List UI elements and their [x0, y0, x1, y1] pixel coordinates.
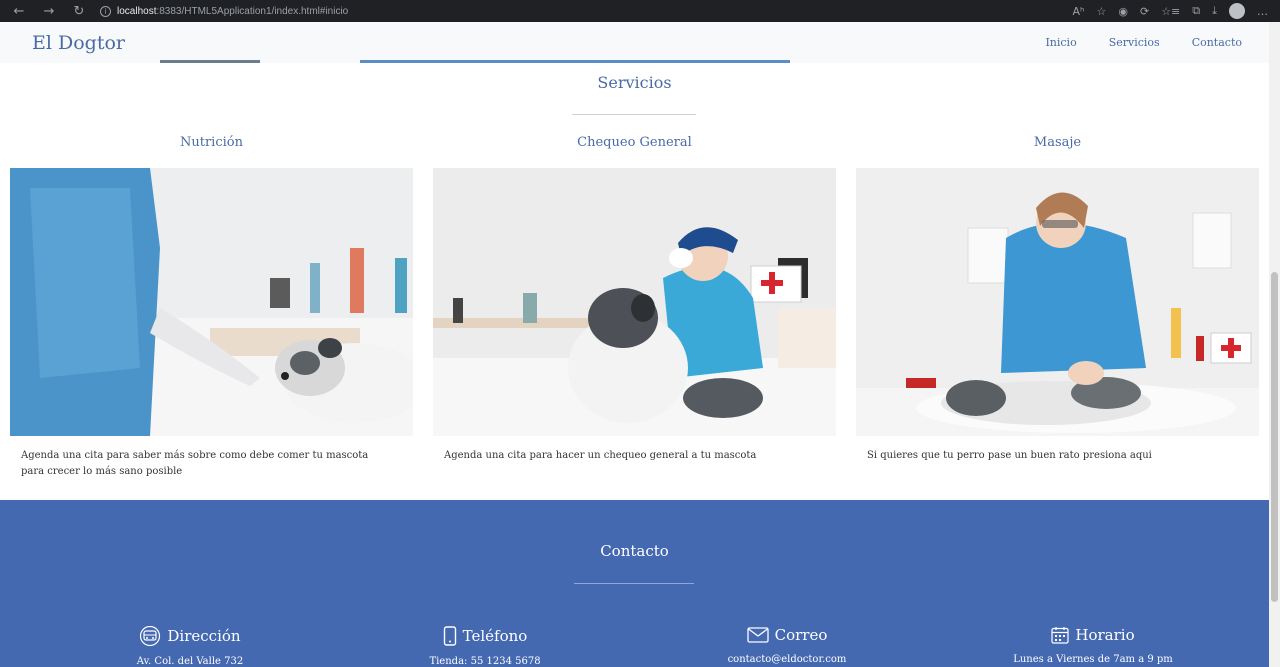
contact-value: Lunes a Viernes de 7am a 9 pm: [1013, 654, 1173, 665]
more-menu-icon[interactable]: …: [1257, 5, 1268, 18]
service-image[interactable]: [856, 168, 1259, 436]
contact-value: Av. Col. del Valle 732: [136, 656, 244, 667]
read-aloud-icon[interactable]: Aʰ: [1073, 5, 1085, 18]
reload-icon[interactable]: ↻: [68, 1, 90, 21]
contact-label: Teléfono: [462, 627, 528, 645]
nav-links: Inicio Servicios Contacto: [1045, 36, 1242, 49]
contact-item-direccion: Dirección Av. Col. del Valle 732: [95, 626, 285, 667]
card-description: Si quieres que tu perro pase un buen rat…: [867, 450, 1152, 461]
favorites-list-icon[interactable]: ☆≡: [1161, 5, 1180, 18]
browser-toolbar: ← → ↻ i localhost :8383/HTML5Application…: [0, 0, 1280, 22]
contact-label: Correo: [774, 626, 828, 644]
favorite-icon[interactable]: ☆: [1096, 5, 1106, 18]
url-path: :8383/HTML5Application1/index.html#inici…: [156, 5, 349, 17]
forward-icon[interactable]: →: [38, 1, 60, 21]
section-title: Contacto: [600, 542, 669, 560]
contact-item-horario: Horario Lunes a Viernes de 7am a 9 pm: [988, 626, 1198, 665]
contact-label: Dirección: [167, 627, 241, 645]
back-icon[interactable]: ←: [8, 1, 30, 21]
nav-link-contacto[interactable]: Contacto: [1192, 36, 1242, 49]
bus-icon: [139, 626, 161, 646]
url-host: localhost: [117, 5, 157, 17]
service-card: Nutrición Agenda una cita para saber más…: [10, 135, 413, 480]
scrollbar-thumb[interactable]: [1271, 272, 1278, 602]
services-section: Servicios Nutrición Agenda una cita para…: [0, 63, 1269, 500]
card-description: Agenda una cita para saber más sobre com…: [21, 450, 369, 477]
contact-value: contacto@eldoctor.com: [727, 654, 847, 665]
profile-avatar[interactable]: [1229, 3, 1245, 19]
phone-icon: [443, 626, 457, 646]
contact-value: Tienda: 55 1234 5678: [429, 656, 541, 667]
contact-label: Horario: [1075, 626, 1135, 644]
service-image[interactable]: [10, 168, 413, 436]
envelope-icon: [746, 627, 769, 643]
contact-item-telefono: Teléfono Tienda: 55 1234 5678: [390, 626, 580, 667]
service-image[interactable]: [433, 168, 836, 436]
extension-icon[interactable]: ◉: [1118, 5, 1128, 18]
address-bar[interactable]: i localhost :8383/HTML5Application1/inde…: [100, 2, 1000, 20]
downloads-icon[interactable]: ⤓: [1212, 4, 1217, 18]
brand-logo[interactable]: El Dogtor: [32, 32, 125, 54]
card-title: Nutrición: [180, 135, 243, 150]
service-card: Chequeo General Agenda una cita para hac…: [433, 135, 836, 464]
section-divider: [572, 114, 696, 115]
section-title: Servicios: [597, 73, 672, 92]
nav-link-inicio[interactable]: Inicio: [1045, 36, 1076, 49]
info-icon[interactable]: i: [100, 5, 111, 17]
page-scrollbar[interactable]: [1269, 22, 1280, 667]
refresh-extension-icon[interactable]: ⟳: [1140, 5, 1149, 18]
card-title: Masaje: [1033, 135, 1082, 150]
site-navbar: El Dogtor Inicio Servicios Contacto: [0, 22, 1269, 63]
card-title: Chequeo General: [577, 135, 692, 150]
nav-link-servicios[interactable]: Servicios: [1109, 36, 1160, 49]
contact-item-correo: Correo contacto@eldoctor.com: [692, 626, 882, 665]
collections-icon[interactable]: ⧉: [1192, 4, 1200, 18]
card-description: Agenda una cita para hacer un chequeo ge…: [444, 450, 757, 461]
contact-section: Contacto Dirección Av. Col. del Valle 73…: [0, 500, 1269, 667]
calendar-icon: [1051, 626, 1069, 644]
service-card: Masaje Si quieres que tu perro pase un b…: [856, 135, 1259, 464]
section-divider: [574, 583, 694, 584]
